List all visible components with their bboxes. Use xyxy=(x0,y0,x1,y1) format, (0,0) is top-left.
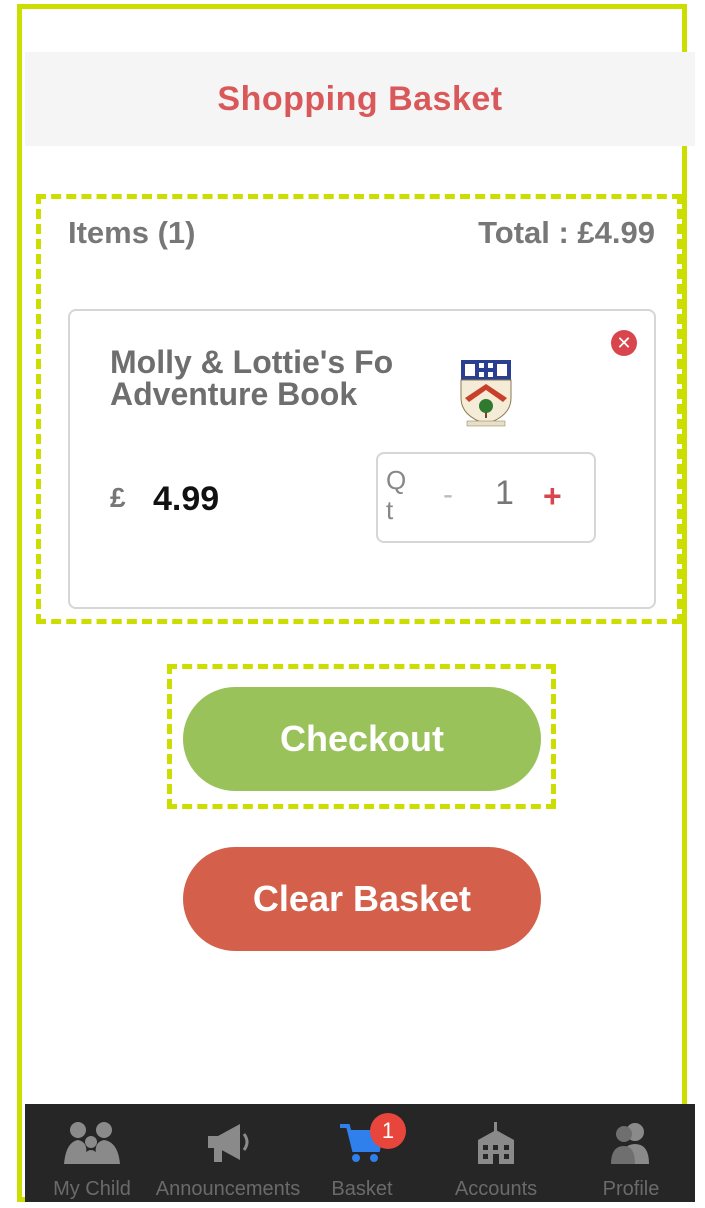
tab-label: Profile xyxy=(602,1178,660,1200)
people-icon xyxy=(611,1123,649,1164)
school-building-icon xyxy=(478,1122,514,1164)
family-icon xyxy=(64,1122,120,1164)
close-icon: ✕ xyxy=(616,332,632,353)
megaphone-icon xyxy=(208,1124,249,1162)
clear-basket-button[interactable]: Clear Basket xyxy=(183,847,541,951)
basket-badge: 1 xyxy=(370,1113,406,1149)
price-currency: £ xyxy=(110,482,126,513)
quantity-label: Qt xyxy=(386,465,407,525)
item-price: 4.99 xyxy=(153,480,220,518)
tab-label: Accounts xyxy=(454,1178,538,1200)
remove-item-button[interactable]: ✕ xyxy=(611,330,637,356)
page-title: Shopping Basket xyxy=(217,79,503,118)
tab-profile[interactable]: Profile xyxy=(580,1104,682,1202)
quantity-increase-button[interactable]: + xyxy=(543,478,562,515)
quantity-decrease-button[interactable]: - xyxy=(443,478,453,512)
product-name: Molly & Lottie's Fo Adventure Book xyxy=(110,346,394,410)
page-header: Shopping Basket xyxy=(25,52,695,146)
tab-my-child[interactable]: My Child xyxy=(40,1104,144,1202)
quantity-stepper xyxy=(376,452,596,543)
quantity-value: 1 xyxy=(495,474,514,512)
checkout-button[interactable]: Checkout xyxy=(183,687,541,791)
basket-total: Total : £4.99 xyxy=(478,215,655,250)
tab-accounts[interactable]: Accounts xyxy=(440,1104,552,1202)
tab-label: Basket xyxy=(331,1178,393,1200)
tab-label: Announcements xyxy=(155,1178,301,1200)
school-crest-icon xyxy=(460,360,512,427)
tab-announcements[interactable]: Announcements xyxy=(155,1104,301,1202)
items-count: Items (1) xyxy=(68,215,196,250)
tab-label: My Child xyxy=(53,1178,131,1200)
